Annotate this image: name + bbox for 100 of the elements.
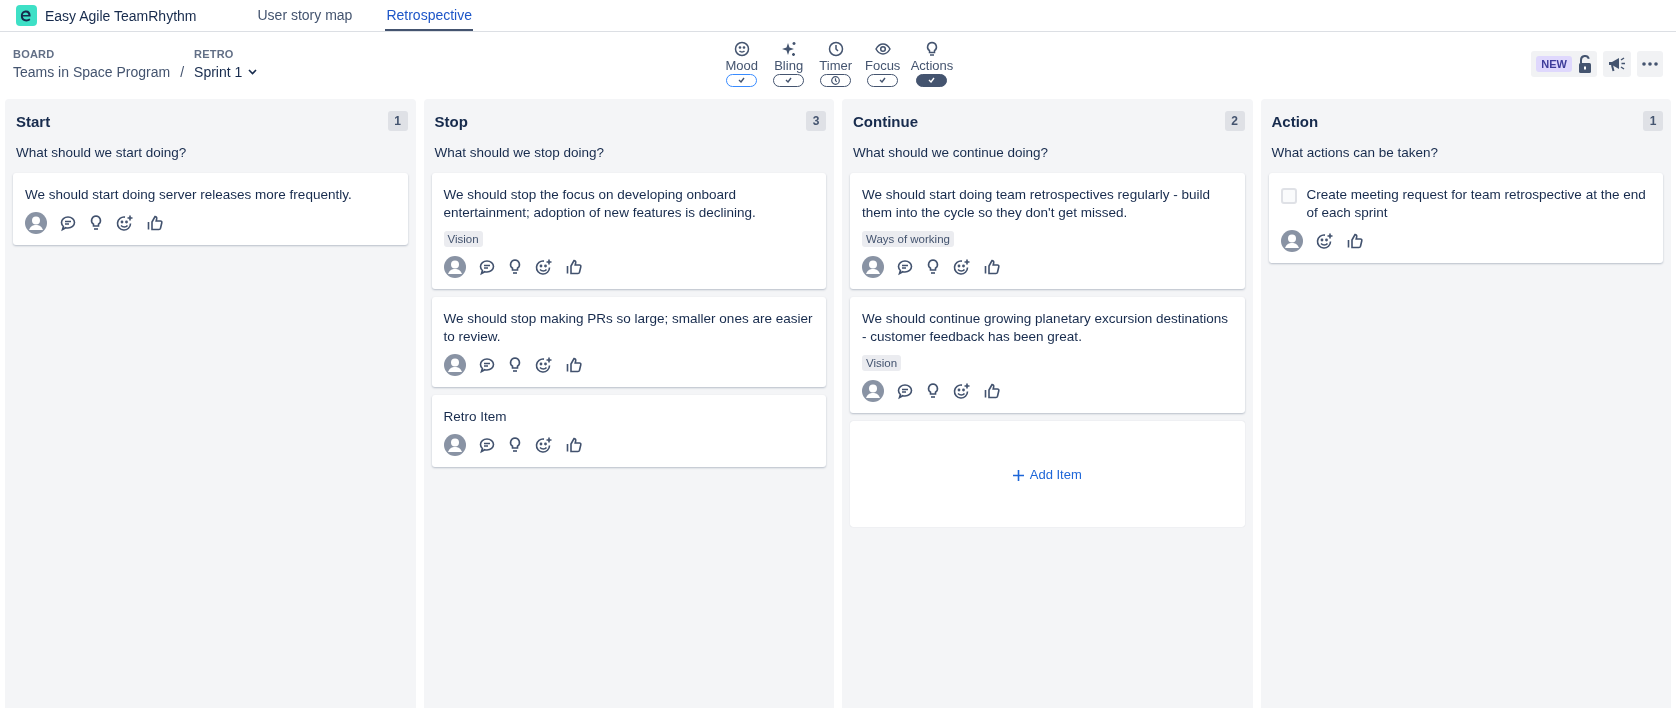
avatar-icon [1280, 230, 1303, 252]
eye-icon [874, 40, 891, 57]
lock-button[interactable]: NEW [1531, 50, 1597, 77]
more-icon [1642, 61, 1658, 66]
add-reaction-icon[interactable] [952, 257, 971, 277]
card-text: We should start doing server releases more frequently. [25, 186, 353, 204]
add-reaction-icon[interactable] [533, 355, 553, 375]
feature-toggle[interactable] [773, 73, 805, 87]
avatar-icon [25, 212, 47, 234]
column-prompt: What should we continue doing? [853, 145, 1050, 160]
action-text: Create meeting request for team retrospective at the end of each sprint [1306, 186, 1647, 222]
column-prompt: What actions can be taken? [1271, 145, 1440, 160]
card-text: We should start doing team retrospectives regularly - build them into the cycle so they don't get missed. [862, 186, 1211, 222]
retro-label: RETRO [194, 47, 235, 60]
avatar-icon [443, 434, 466, 456]
column-prompt: What should we start doing? [16, 145, 188, 160]
card-count: 2 [1224, 111, 1245, 131]
board-label: BOARD [13, 47, 56, 60]
clock-icon [831, 75, 841, 85]
clock-icon [827, 40, 844, 57]
feature-toggle[interactable] [867, 73, 899, 87]
thumbs-up-icon[interactable] [564, 436, 583, 454]
feature-toggle[interactable] [916, 73, 948, 87]
feature-label: Mood [725, 57, 758, 73]
column-title: Continue [853, 112, 918, 130]
card-text: Retro Item [443, 408, 508, 426]
add-reaction-icon[interactable] [533, 257, 553, 277]
column-title: Action [1271, 112, 1319, 130]
megaphone-icon [1608, 55, 1626, 72]
lightbulb-icon[interactable] [507, 258, 522, 276]
comment-icon[interactable] [477, 258, 496, 276]
card-count: 3 [806, 111, 826, 131]
retro-card[interactable]: We should start doing server releases more frequently. [13, 173, 408, 245]
new-badge: NEW [1536, 55, 1572, 72]
thumbs-up-icon[interactable] [146, 214, 164, 232]
column-prompt: What should we stop doing? [434, 145, 606, 160]
avatar-icon [862, 256, 884, 278]
add-reaction-icon[interactable] [115, 213, 134, 233]
add-reaction-icon[interactable] [533, 435, 553, 455]
feature-toggle[interactable] [726, 73, 758, 87]
board-name[interactable]: Teams in Space Program [13, 63, 171, 80]
breadcrumb-separator: / [180, 63, 185, 80]
card-label: Vision [443, 231, 483, 247]
comment-icon[interactable] [896, 258, 914, 276]
lightbulb-icon[interactable] [507, 356, 522, 374]
check-icon [785, 77, 793, 83]
checkbox[interactable] [1280, 188, 1297, 204]
retro-card[interactable]: We should stop the focus on developing onboard entertainment; adoption of new features is declining. Vision [431, 173, 826, 289]
retro-card[interactable]: We should start doing team retrospectives regularly - build them into the cycle so they don't get missed. Ways of working [850, 173, 1245, 289]
column-title: Stop [434, 112, 468, 130]
check-icon [879, 77, 887, 83]
card-label: Vision [862, 355, 902, 371]
chevron-down-icon[interactable] [248, 68, 258, 75]
feature-label: Actions [910, 57, 954, 73]
retro-selector[interactable]: Sprint 1 [194, 63, 243, 80]
comment-icon[interactable] [59, 214, 77, 232]
thumbs-up-icon[interactable] [983, 382, 1001, 400]
lightbulb-icon[interactable] [926, 258, 940, 276]
app-name: Easy Agile TeamRhythm [45, 7, 197, 24]
retro-card[interactable]: Retro Item [431, 395, 826, 467]
nav-tab[interactable]: User story map [256, 0, 354, 31]
thumbs-up-icon[interactable] [564, 258, 583, 276]
feature-label: Bling [774, 57, 804, 73]
add-reaction-icon[interactable] [952, 381, 971, 401]
plus-icon [1012, 469, 1024, 481]
lightbulb-icon[interactable] [89, 214, 103, 232]
lightbulb-icon[interactable] [926, 382, 940, 400]
retro-card[interactable]: We should stop making PRs so large; smaller ones are easier to review. [431, 297, 826, 387]
feature-label: Timer [819, 57, 853, 73]
thumbs-up-icon[interactable] [1345, 232, 1364, 250]
add-reaction-icon[interactable] [1314, 231, 1334, 251]
check-icon [928, 77, 936, 83]
card-count: 1 [1643, 111, 1663, 131]
comment-icon[interactable] [896, 382, 914, 400]
comment-icon[interactable] [477, 436, 496, 454]
smiley-icon [733, 40, 750, 57]
nav-tab[interactable]: Retrospective [385, 0, 473, 31]
card-text: We should stop the focus on developing onboard entertainment; adoption of new features is declining. [443, 186, 757, 222]
check-icon [738, 77, 746, 83]
comment-icon[interactable] [477, 356, 496, 374]
announcement-button[interactable] [1603, 50, 1631, 77]
more-button[interactable] [1637, 50, 1663, 77]
column-title: Start [16, 112, 51, 130]
card-label: Ways of working [862, 231, 954, 247]
thumbs-up-icon[interactable] [983, 258, 1001, 276]
lightbulb-icon[interactable] [507, 436, 522, 454]
avatar-icon [862, 380, 884, 402]
avatar-icon [443, 256, 466, 278]
avatar-icon [443, 354, 466, 376]
app-logo-icon [16, 5, 37, 26]
card-text: We should stop making PRs so large; smaller ones are easier to review. [443, 310, 814, 346]
feature-label: Focus [864, 57, 901, 73]
padlock-icon [1578, 54, 1592, 73]
action-card[interactable]: Create meeting request for team retrospective at the end of each sprint [1268, 173, 1663, 263]
thumbs-up-icon[interactable] [564, 356, 583, 374]
add-item-button[interactable]: Add Item [1012, 466, 1082, 484]
card-text: We should continue growing planetary excursion destinations - customer feedback has been great. [862, 310, 1229, 346]
feature-toggle[interactable] [820, 73, 852, 87]
retro-card[interactable]: We should continue growing planetary excursion destinations - customer feedback has been great. Vision [850, 297, 1245, 413]
lightbulb-icon [924, 40, 940, 57]
